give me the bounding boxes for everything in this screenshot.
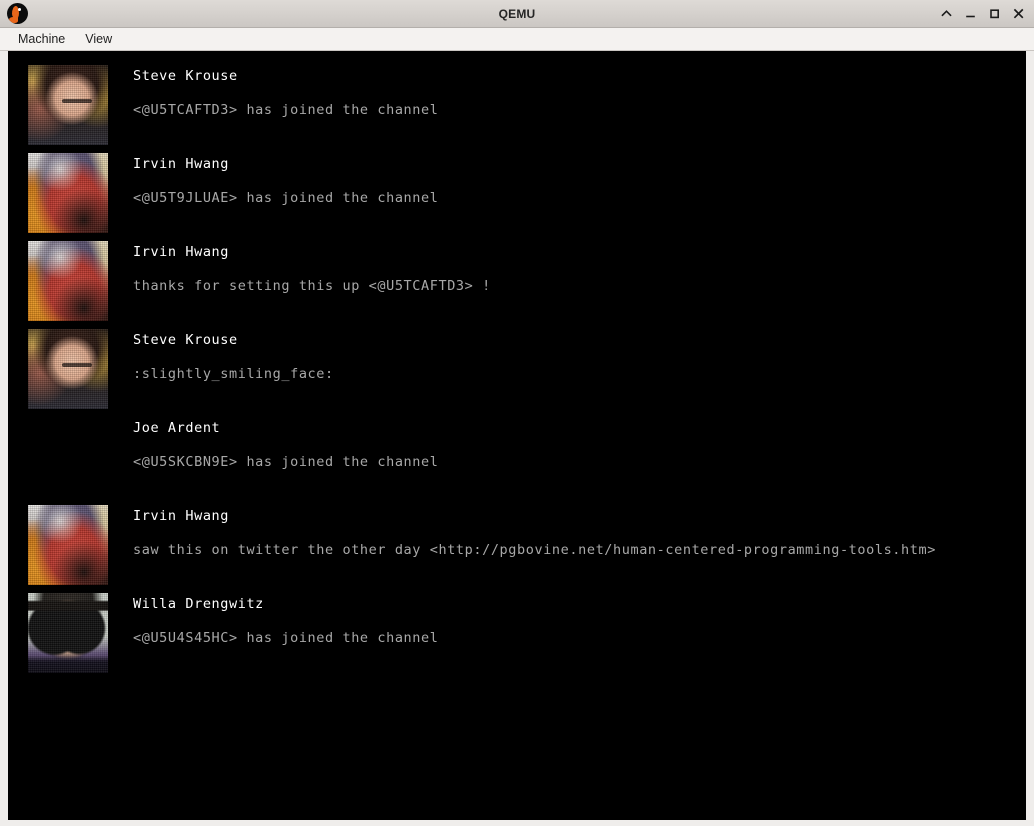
chat-message-body: Joe Ardent <@U5SKCBN9E> has joined the ch…: [133, 417, 1026, 472]
steve-krouse-avatar: [28, 65, 108, 145]
avatar[interactable]: [28, 153, 108, 233]
avatar[interactable]: [28, 329, 108, 409]
menu-item-machine[interactable]: Machine: [8, 30, 75, 48]
chat-message-body: Irvin Hwang saw this on twitter the other…: [133, 505, 1026, 560]
chat-message-body: Steve Krouse <@U5TCAFTD3> has joined the …: [133, 65, 1026, 120]
shade-button[interactable]: [934, 3, 958, 25]
chat-message-author: Irvin Hwang: [133, 156, 230, 172]
avatar[interactable]: [28, 241, 108, 321]
chat-message-author: Joe Ardent: [133, 420, 221, 436]
chat-message: Steve Krouse :slightly_smiling_face:: [8, 329, 1026, 409]
chat-message-body: Steve Krouse :slightly_smiling_face:: [133, 329, 1026, 384]
window-title: QEMU: [498, 6, 536, 21]
chat-message-text: <@U5U4S45HC> has joined the channel: [133, 630, 439, 646]
avatar-placeholder: [28, 417, 108, 497]
vm-display-frame: Steve Krouse <@U5TCAFTD3> has joined the …: [0, 51, 1034, 826]
chat-message-author: Steve Krouse: [133, 68, 238, 84]
chat-message-author: Irvin Hwang: [133, 244, 230, 260]
chat-message-text: <@U5TCAFTD3> has joined the channel: [133, 102, 439, 118]
qemu-logo-icon: [6, 2, 28, 25]
chat-message: Joe Ardent <@U5SKCBN9E> has joined the ch…: [8, 417, 1026, 497]
window-titlebar[interactable]: QEMU: [0, 0, 1034, 28]
chat-message-body: Irvin Hwang <@U5T9JLUAE> has joined the c…: [133, 153, 1026, 208]
chat-message: Irvin Hwang thanks for setting this up <@…: [8, 241, 1026, 321]
chat-message-text: saw this on twitter the other day <http:…: [133, 542, 936, 558]
chat-message: Irvin Hwang saw this on twitter the other…: [8, 505, 1026, 585]
minimize-button[interactable]: [958, 3, 982, 25]
willa-drengwitz-avatar: [28, 593, 108, 673]
chat-message-author: Willa Drengwitz: [133, 596, 264, 612]
irvin-hwang-avatar: [28, 505, 108, 585]
chat-log: Steve Krouse <@U5TCAFTD3> has joined the …: [8, 51, 1026, 673]
avatar-speckle-overlay: [28, 593, 108, 673]
chat-message-text: <@U5SKCBN9E> has joined the channel: [133, 454, 439, 470]
window-controls: [934, 3, 1030, 25]
avatar[interactable]: [28, 593, 108, 673]
chat-message-body: Irvin Hwang thanks for setting this up <@…: [133, 241, 1026, 296]
steve-krouse-avatar: [28, 329, 108, 409]
vm-screen[interactable]: Steve Krouse <@U5TCAFTD3> has joined the …: [8, 51, 1026, 820]
avatar[interactable]: [28, 65, 108, 145]
menu-item-view[interactable]: View: [75, 30, 122, 48]
irvin-hwang-avatar: [28, 153, 108, 233]
chat-message-text: :slightly_smiling_face:: [133, 366, 334, 382]
chat-message: Willa Drengwitz <@U5U4S45HC> has joined t…: [8, 593, 1026, 673]
menubar: Machine View: [0, 28, 1034, 51]
chat-message-body: Willa Drengwitz <@U5U4S45HC> has joined t…: [133, 593, 1026, 648]
chat-message-text: thanks for setting this up <@U5TCAFTD3> …: [133, 278, 491, 294]
close-button[interactable]: [1006, 3, 1030, 25]
chat-message-text: <@U5T9JLUAE> has joined the channel: [133, 190, 439, 206]
chat-message-author: Steve Krouse: [133, 332, 238, 348]
maximize-button[interactable]: [982, 3, 1006, 25]
irvin-hwang-avatar: [28, 241, 108, 321]
chat-message: Steve Krouse <@U5TCAFTD3> has joined the …: [8, 65, 1026, 145]
qemu-window: QEMU Machine View Steve Krouse <@U5TCAFT…: [0, 0, 1034, 826]
avatar[interactable]: [28, 505, 108, 585]
chat-message: Irvin Hwang <@U5T9JLUAE> has joined the c…: [8, 153, 1026, 233]
chat-message-author: Irvin Hwang: [133, 508, 230, 524]
